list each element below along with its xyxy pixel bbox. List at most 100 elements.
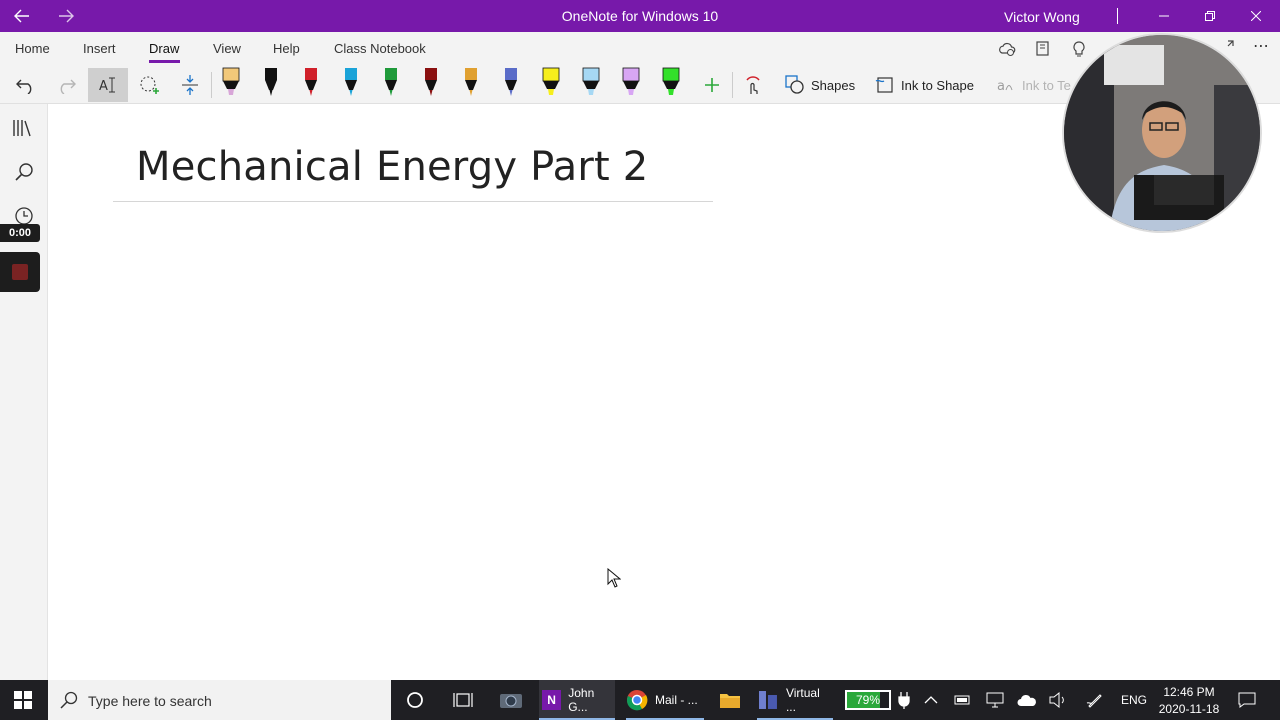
cortana-icon	[407, 692, 423, 708]
tab-draw[interactable]: Draw	[149, 41, 179, 56]
tell-me-button[interactable]	[1070, 40, 1088, 63]
stop-recording-button[interactable]	[0, 252, 40, 292]
sync-button[interactable]	[998, 40, 1016, 63]
tab-help[interactable]: Help	[273, 41, 300, 56]
pen-swatch[interactable]	[420, 66, 442, 100]
taskbar-app-chrome[interactable]: Mail - ...	[626, 680, 704, 720]
text-cursor-icon: A	[99, 77, 115, 94]
shapes-icon	[785, 75, 804, 94]
tab-home[interactable]: Home	[15, 41, 50, 56]
pen-workspace-icon	[1086, 694, 1102, 708]
taskbar-app-virtual[interactable]: Virtual ...	[757, 680, 833, 720]
pen-icon	[222, 67, 240, 95]
add-pen-button[interactable]	[701, 68, 723, 102]
taskbar-app-label: Virtual ...	[785, 686, 820, 714]
windows-logo-icon	[14, 691, 32, 709]
battery-indicator[interactable]: 79%	[845, 690, 891, 710]
user-name[interactable]: Victor Wong	[1004, 9, 1080, 25]
cortana-button[interactable]	[405, 680, 425, 720]
pen-icon	[425, 68, 437, 96]
tab-insert[interactable]: Insert	[83, 41, 116, 56]
notebooks-button[interactable]	[12, 118, 36, 143]
pen-swatch[interactable]	[580, 66, 602, 100]
back-button[interactable]	[0, 0, 44, 32]
add-space-tool[interactable]	[178, 68, 202, 102]
pen-swatch[interactable]	[620, 66, 642, 100]
ink-to-shape-icon	[875, 77, 893, 93]
title-underline	[113, 201, 713, 202]
pen-workspace-button[interactable]	[1086, 680, 1104, 720]
pointer-icon	[607, 567, 622, 588]
arrow-right-icon	[59, 9, 74, 23]
pen-icon	[582, 67, 600, 95]
lasso-select-tool[interactable]	[137, 68, 161, 102]
power-plug-indicator[interactable]	[898, 680, 910, 720]
pen-swatch[interactable]	[380, 66, 402, 100]
taskbar-app-onenote[interactable]: N John G...	[539, 680, 615, 720]
more-options-button[interactable]: ⋯	[1253, 36, 1269, 56]
pen-icon	[465, 68, 477, 96]
pen-swatch[interactable]	[340, 66, 362, 100]
pen-swatch[interactable]	[220, 66, 242, 100]
restore-button[interactable]	[1187, 0, 1233, 32]
plug-icon	[898, 692, 910, 709]
action-center-button[interactable]	[1238, 680, 1256, 720]
pen-icon	[345, 68, 357, 96]
redo-icon	[60, 79, 76, 94]
task-view-icon	[453, 693, 473, 707]
lightbulb-icon	[1073, 41, 1085, 57]
task-view-button[interactable]	[453, 680, 473, 720]
volume-button[interactable]	[1049, 680, 1067, 720]
pen-swatch[interactable]	[500, 66, 522, 100]
page-title[interactable]: Mechanical Energy Part 2	[136, 144, 648, 190]
ribbon-tabs: Home Insert Draw View Help Class Noteboo…	[0, 32, 1280, 66]
taskbar-clock[interactable]: 12:46 PM 2020-11-18	[1150, 684, 1228, 718]
tray-battery-button[interactable]	[954, 680, 972, 720]
pen-swatch[interactable]	[540, 66, 562, 100]
network-button[interactable]	[986, 680, 1004, 720]
taskbar-search-box[interactable]: Type here to search	[48, 680, 391, 720]
undo-button[interactable]	[14, 68, 38, 102]
ink-to-shape-label: Ink to Shape	[901, 77, 974, 93]
pen-swatch[interactable]	[260, 66, 282, 100]
close-button[interactable]	[1233, 0, 1279, 32]
webcam-overlay	[1062, 33, 1262, 233]
minimize-icon	[1159, 15, 1169, 17]
search-button[interactable]	[14, 162, 34, 187]
forward-button[interactable]	[44, 0, 88, 32]
ink-to-text-icon: a	[997, 79, 1013, 94]
pen-icon	[385, 68, 397, 96]
chevron-up-icon	[924, 696, 938, 704]
search-icon	[60, 691, 78, 709]
pen-swatch[interactable]	[460, 66, 482, 100]
draw-with-touch-button[interactable]	[741, 68, 765, 102]
redo-button[interactable]	[54, 68, 78, 102]
undo-icon	[16, 79, 32, 94]
tab-view[interactable]: View	[213, 41, 241, 56]
pen-swatch[interactable]	[660, 66, 682, 100]
tab-class-notebook[interactable]: Class Notebook	[334, 41, 426, 56]
type-select-tool[interactable]: A	[88, 68, 128, 102]
shapes-button[interactable]: Shapes	[785, 68, 855, 102]
pen-icon	[622, 67, 640, 95]
minimize-button[interactable]	[1141, 0, 1187, 32]
onedrive-button[interactable]	[1017, 680, 1037, 720]
camera-icon	[500, 694, 522, 708]
language-indicator[interactable]: ENG	[1121, 680, 1147, 720]
page-view-button[interactable]	[1034, 40, 1052, 63]
restore-icon	[1205, 11, 1215, 21]
stop-icon	[12, 264, 28, 280]
ink-to-text-button[interactable]: a Ink to Te	[996, 68, 1071, 102]
show-hidden-icons-button[interactable]	[924, 680, 938, 720]
clock-date: 2020-11-18	[1158, 702, 1220, 716]
ink-to-shape-button[interactable]: Ink to Shape	[875, 68, 974, 102]
file-explorer-button[interactable]	[719, 680, 741, 720]
pen-swatch[interactable]	[300, 66, 322, 100]
start-button[interactable]	[14, 680, 32, 720]
clock-time: 12:46 PM	[1163, 685, 1215, 699]
notification-icon	[1238, 692, 1256, 708]
notebooks-icon	[13, 120, 31, 137]
pen-icon	[505, 68, 517, 96]
toolbar-divider	[211, 72, 212, 98]
camera-app-button[interactable]	[499, 680, 523, 720]
